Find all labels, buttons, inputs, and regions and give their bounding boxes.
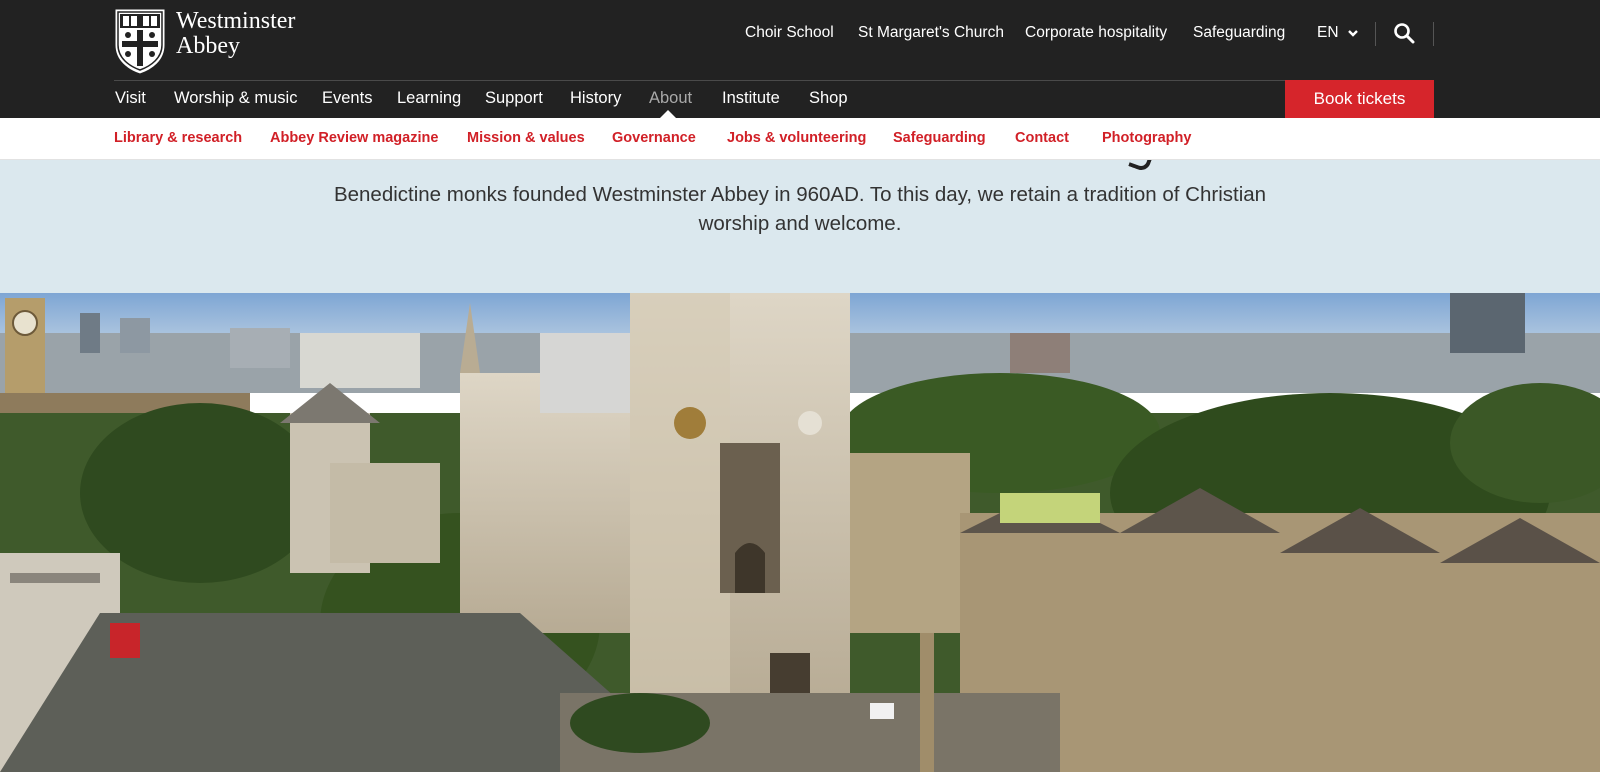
intro-paragraph: Benedictine monks founded Westminster Ab… <box>333 183 1267 235</box>
utility-divider <box>1433 22 1434 46</box>
nav-about[interactable]: About <box>649 89 692 108</box>
nav-support[interactable]: Support <box>485 89 543 108</box>
util-link-corporate-hospitality[interactable]: Corporate hospitality <box>1025 24 1167 42</box>
site-header: Westminster Abbey Choir School St Margar… <box>0 0 1600 118</box>
utility-divider <box>1375 22 1376 46</box>
subnav-contact[interactable]: Contact <box>1015 130 1069 146</box>
language-selector[interactable]: EN <box>1317 24 1359 42</box>
util-link-safeguarding[interactable]: Safeguarding <box>1193 24 1285 42</box>
page-title-fragment <box>1128 160 1154 173</box>
nav-events[interactable]: Events <box>322 89 372 108</box>
subnav-safeguarding[interactable]: Safeguarding <box>893 130 986 146</box>
subnav-jobs-volunteering[interactable]: Jobs & volunteering <box>727 130 866 146</box>
nav-history[interactable]: History <box>570 89 621 108</box>
util-link-st-margarets[interactable]: St Margaret's Church <box>858 24 1004 42</box>
westminster-abbey-aerial-photo <box>0 293 1600 772</box>
util-link-choir-school[interactable]: Choir School <box>745 24 834 42</box>
language-label: EN <box>1317 24 1339 41</box>
nav-visit[interactable]: Visit <box>115 89 146 108</box>
nav-institute[interactable]: Institute <box>722 89 780 108</box>
nav-shop[interactable]: Shop <box>809 89 848 108</box>
hero-image <box>0 293 1600 772</box>
utility-nav: Choir School St Margaret's Church Corpor… <box>0 22 1600 46</box>
subnav-governance[interactable]: Governance <box>612 130 696 146</box>
nav-learning[interactable]: Learning <box>397 89 461 108</box>
search-icon[interactable] <box>1393 22 1415 44</box>
active-nav-indicator <box>660 110 676 118</box>
intro-section: Benedictine monks founded Westminster Ab… <box>0 160 1600 293</box>
sub-nav: Library & research Abbey Review magazine… <box>0 118 1600 160</box>
subnav-library-research[interactable]: Library & research <box>114 130 242 146</box>
subnav-photography[interactable]: Photography <box>1102 130 1191 146</box>
nav-worship-music[interactable]: Worship & music <box>174 89 297 108</box>
subnav-mission-values[interactable]: Mission & values <box>467 130 585 146</box>
book-tickets-button[interactable]: Book tickets <box>1285 80 1434 118</box>
subnav-abbey-review[interactable]: Abbey Review magazine <box>270 130 438 146</box>
chevron-down-icon <box>1347 30 1358 37</box>
